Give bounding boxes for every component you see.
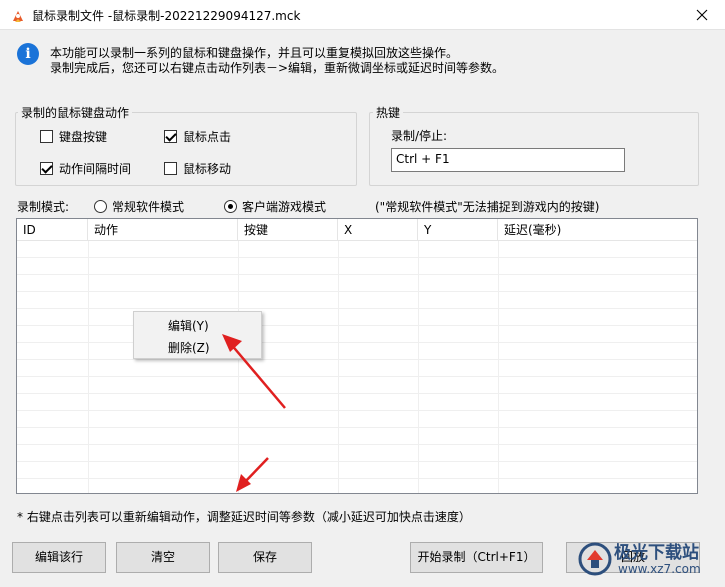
window-title: 鼠标录制文件 -鼠标录制-20221229094127.mck <box>32 9 301 23</box>
checkbox-mouse-move[interactable]: 鼠标移动 <box>164 160 231 177</box>
table-row <box>17 309 697 326</box>
record-mode-label: 录制模式: <box>17 200 70 214</box>
checkbox-label: 鼠标点击 <box>183 130 232 144</box>
table-row <box>17 428 697 445</box>
table-row <box>17 343 697 360</box>
checkbox-box[interactable] <box>164 130 177 143</box>
close-button[interactable] <box>679 0 725 30</box>
table-row <box>17 411 697 428</box>
watermark-text: 极光下载站 <box>614 543 699 563</box>
column-header-key[interactable]: 按键 <box>238 219 338 241</box>
radio-button[interactable] <box>224 200 237 213</box>
table-row <box>17 462 697 479</box>
title-bar: 鼠标录制文件 -鼠标录制-20221229094127.mck <box>0 0 725 30</box>
table-row <box>17 394 697 411</box>
edit-row-button[interactable]: 编辑该行 <box>12 542 106 573</box>
checkbox-box[interactable] <box>164 162 177 175</box>
hotkey-input[interactable]: Ctrl + F1 <box>391 148 625 172</box>
watermark-icon <box>578 542 612 576</box>
info-icon: i <box>17 43 39 65</box>
context-menu: 编辑(Y) 删除(Z) <box>133 311 262 359</box>
checkbox-label: 动作间隔时间 <box>59 162 132 176</box>
mode-note: ("常规软件模式"无法捕捉到游戏内的按键) <box>375 200 600 214</box>
radio-label: 常规软件模式 <box>112 200 185 214</box>
info-text-line2: 录制完成后，您还可以右键点击动作列表－>编辑，重新微调坐标或延迟时间等参数。 <box>50 61 505 75</box>
radio-button[interactable] <box>94 200 107 213</box>
save-button[interactable]: 保存 <box>218 542 312 573</box>
column-header-y[interactable]: Y <box>418 219 498 241</box>
watermark-logo: 极光下载站 www.xz7.com <box>578 536 718 582</box>
checkbox-action-interval[interactable]: 动作间隔时间 <box>40 160 131 177</box>
column-header-id[interactable]: ID <box>17 219 88 241</box>
table-row <box>17 326 697 343</box>
footnote-text: * 右键点击列表可以重新编辑动作，调整延迟时间等参数（减小延迟可加快点击速度） <box>17 510 471 524</box>
record-actions-group-label: 录制的鼠标键盘动作 <box>18 104 133 121</box>
close-icon <box>696 9 708 21</box>
column-header-action[interactable]: 动作 <box>88 219 238 241</box>
checkbox-keyboard-keys[interactable]: 键盘按键 <box>40 128 107 145</box>
checkbox-mouse-click[interactable]: 鼠标点击 <box>164 128 231 145</box>
clear-button[interactable]: 清空 <box>116 542 210 573</box>
radio-normal-mode[interactable]: 常规软件模式 <box>94 198 184 215</box>
context-menu-delete[interactable]: 删除(Z) <box>168 339 210 356</box>
watermark-url: www.xz7.com <box>618 562 701 576</box>
table-row <box>17 360 697 377</box>
table-row <box>17 292 697 309</box>
hotkey-group-label: 热键 <box>373 104 404 121</box>
checkbox-label: 键盘按键 <box>59 130 108 144</box>
radio-game-mode[interactable]: 客户端游戏模式 <box>224 198 326 215</box>
context-menu-edit[interactable]: 编辑(Y) <box>168 317 209 334</box>
action-list[interactable]: ID 动作 按键 X Y 延迟(毫秒) <box>16 218 698 494</box>
table-row <box>17 445 697 462</box>
radio-label: 客户端游戏模式 <box>242 200 327 214</box>
table-row <box>17 275 697 292</box>
start-record-button[interactable]: 开始录制（Ctrl+F1） <box>410 542 543 573</box>
column-header-x[interactable]: X <box>338 219 418 241</box>
table-row <box>17 241 697 258</box>
checkbox-box[interactable] <box>40 162 53 175</box>
checkbox-box[interactable] <box>40 130 53 143</box>
column-header-delay[interactable]: 延迟(毫秒) <box>498 219 697 241</box>
table-row <box>17 377 697 394</box>
hotkey-field-label: 录制/停止: <box>391 129 448 143</box>
rocket-app-icon <box>13 11 23 22</box>
table-row <box>17 258 697 275</box>
list-header: ID 动作 按键 X Y 延迟(毫秒) <box>17 219 697 241</box>
checkbox-label: 鼠标移动 <box>183 162 232 176</box>
